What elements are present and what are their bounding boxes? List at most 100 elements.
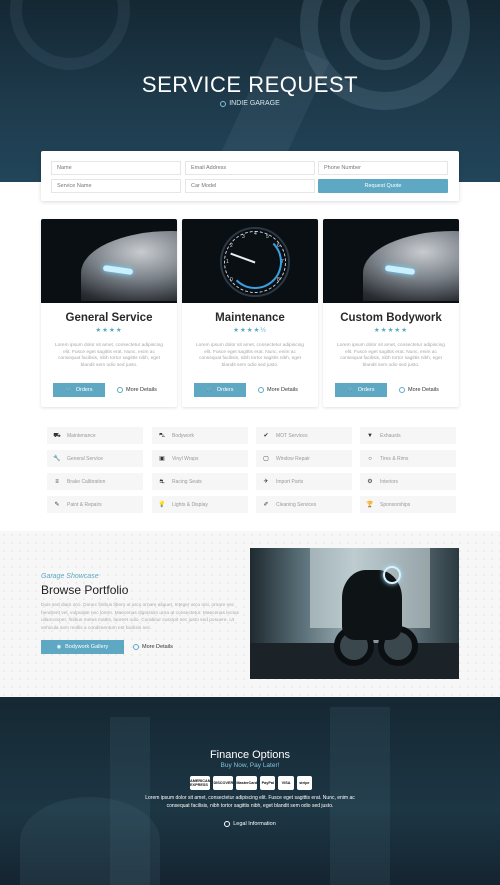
orders-button[interactable]: 🛒 Orders xyxy=(53,383,105,397)
gauge: 0 1 2 3 4 5 6 7 8 xyxy=(220,227,290,297)
more-details-label: More Details xyxy=(267,387,298,393)
car-model-input[interactable] xyxy=(185,179,315,193)
legal-information-link[interactable]: Legal Information xyxy=(0,821,500,827)
circle-icon xyxy=(133,644,139,650)
category-lights-display[interactable]: 💡 Lights & Display xyxy=(152,496,248,513)
discover-icon: DISCOVER xyxy=(213,776,234,790)
plane-icon: ✈ xyxy=(263,479,269,485)
finance-text: Lorem ipsum dolor sit amet, consectetur … xyxy=(0,795,500,810)
finance-text-line: Lorem ipsum dolor sit amet, consectetur … xyxy=(145,795,355,801)
category-vinyl-wraps[interactable]: ▣ Vinyl Wraps xyxy=(152,450,248,467)
more-details-label: More Details xyxy=(408,387,439,393)
phone-input[interactable] xyxy=(318,161,448,175)
card-actions: 🛒 Orders More Details xyxy=(335,383,455,397)
wrench-icon: 🔧 xyxy=(53,456,61,462)
check-circle-icon: ✔ xyxy=(263,433,269,439)
filter-icon: ▼ xyxy=(367,432,373,439)
card-title: Maintenance xyxy=(215,312,285,324)
stripe-icon: stripe xyxy=(296,776,312,790)
cogs-icon: ⚙ xyxy=(367,479,373,485)
category-label: Window Repair xyxy=(276,455,310,462)
name-input[interactable] xyxy=(51,161,181,175)
finance-section xyxy=(0,697,500,885)
orders-label: Orders xyxy=(216,387,234,393)
bodywork-gallery-button[interactable]: ◉ Bodywork Gallery xyxy=(41,640,124,654)
card-title: Custom Bodywork xyxy=(340,312,442,324)
category-general-service[interactable]: 🔧 General Service xyxy=(47,450,143,467)
service-card-maintenance: 0 1 2 3 4 5 6 7 8 Maintenance ★★★★½ Lore… xyxy=(182,219,318,407)
car-shape xyxy=(363,231,459,301)
request-quote-button[interactable]: Request Quote xyxy=(318,179,448,193)
category-label: Racing Seats xyxy=(172,478,202,485)
card-description: Lorem ipsum dolor sit amet, consectetur … xyxy=(337,343,445,368)
image-icon: ▣ xyxy=(159,456,165,462)
category-label: Vinyl Wraps xyxy=(172,455,199,462)
car-icon: ⛟ xyxy=(53,432,61,439)
category-label: Sponsorships xyxy=(380,501,411,508)
category-interiors[interactable]: ⚙ Interiors xyxy=(360,473,456,490)
category-label: Tires & Rims xyxy=(380,455,409,462)
trophy-icon: 🏆 xyxy=(366,502,374,508)
portfolio-more-details-link[interactable]: More Details xyxy=(133,640,173,654)
gauge-number: 3 xyxy=(242,234,245,240)
gauge-number: 8 xyxy=(277,277,280,283)
finance-title: Finance Options xyxy=(209,749,291,761)
card-actions: 🛒 Orders More Details xyxy=(194,383,314,397)
more-details-label: More Details xyxy=(126,387,157,393)
category-maintenance[interactable]: ⛟ Maintenance xyxy=(47,427,143,444)
category-cleaning-services[interactable]: ✐ Cleaning Services xyxy=(256,496,352,513)
orders-button[interactable]: 🛒 Orders xyxy=(194,383,246,397)
category-label: MOT Services xyxy=(276,432,308,439)
orders-button[interactable]: 🛒 Orders xyxy=(335,383,387,397)
finance-decoration xyxy=(20,797,160,885)
category-window-repair[interactable]: ▢ Window Repair xyxy=(256,450,352,467)
email-input[interactable] xyxy=(185,161,315,175)
window-icon: ▢ xyxy=(263,456,269,462)
circle-icon xyxy=(258,387,264,393)
category-label: General Service xyxy=(67,455,103,462)
car-front-icon: ⛍ xyxy=(158,432,166,439)
card-actions: 🛒 Orders More Details xyxy=(53,383,173,397)
category-tires-rims[interactable]: ○ Tires & Rims xyxy=(360,450,456,467)
car-shape xyxy=(81,231,177,301)
portfolio-title: Browse Portfolio xyxy=(41,583,129,597)
category-exhausts[interactable]: ▼ Exhausts xyxy=(360,427,456,444)
more-details-link[interactable]: More Details xyxy=(399,383,439,397)
more-details-link[interactable]: More Details xyxy=(117,383,157,397)
cart-icon: 🛒 xyxy=(347,387,354,393)
card-description: Lorem ipsum dolor sit amet, consectetur … xyxy=(55,343,163,368)
cart-icon: 🛒 xyxy=(65,387,72,393)
category-bodywork[interactable]: ⛍ Bodywork xyxy=(152,427,248,444)
gauge-number: 1 xyxy=(226,259,229,265)
category-mot-services[interactable]: ✔ MOT Services xyxy=(256,427,352,444)
gauge-number: 2 xyxy=(230,243,233,249)
category-label: Maintenance xyxy=(67,432,96,439)
service-card-bodywork: Custom Bodywork ★★★★★ Lorem ipsum dolor … xyxy=(323,219,459,407)
service-name-input[interactable] xyxy=(51,179,181,193)
mastercard-icon: MasterCard xyxy=(236,776,258,790)
bulb-icon: 💡 xyxy=(158,502,166,508)
category-sponsorships[interactable]: 🏆 Sponsorships xyxy=(360,496,456,513)
finance-subtitle: Buy Now, Pay Later! xyxy=(220,762,280,769)
category-racing-seats[interactable]: ⛐ Racing Seats xyxy=(152,473,248,490)
cart-icon: 🛒 xyxy=(206,387,213,393)
category-import-parts[interactable]: ✈ Import Parts xyxy=(256,473,352,490)
amex-icon: AMERICAN EXPRESS xyxy=(190,776,211,790)
circle-icon xyxy=(220,100,227,107)
gauge-number: 5 xyxy=(266,234,269,240)
motorcycle-image xyxy=(250,548,459,679)
portfolio-text: Duis sed diam orci. Donec finibus libero… xyxy=(41,603,239,631)
car-headlight-image xyxy=(41,219,177,303)
orders-label: Orders xyxy=(357,387,375,393)
hero-subtitle-text: INDIE GARAGE xyxy=(229,100,280,107)
tire-icon: ○ xyxy=(368,455,372,462)
brush-icon: ✎ xyxy=(54,502,60,508)
category-brake-calibration[interactable]: ≡ Brake Calibration xyxy=(47,473,143,490)
category-paint-repairs[interactable]: ✎ Paint & Repairs xyxy=(47,496,143,513)
circle-icon xyxy=(224,821,231,827)
star-rating: ★★★★½ xyxy=(233,327,267,334)
page-title: SERVICE REQUEST xyxy=(141,72,359,97)
payment-methods: AMERICAN EXPRESS DISCOVER MasterCard Pay… xyxy=(190,776,312,790)
hero-subtitle: INDIE GARAGE xyxy=(0,100,500,107)
more-details-link[interactable]: More Details xyxy=(258,383,298,397)
